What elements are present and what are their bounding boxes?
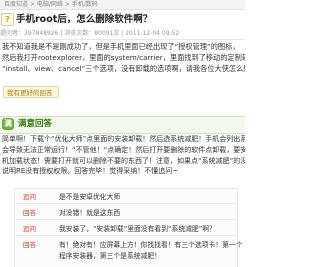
- better-answer-button[interactable]: 我有更好的回答: [3, 86, 59, 98]
- followup-text: 我安装了，“安装卸载”里面没有看到“系统减肥”啊？: [59, 225, 216, 233]
- answer-line: 说明RE没有授权权限。回答完毕！觉得采纳！不懂追问~: [2, 167, 179, 176]
- followup-item: 回答 对没错！就是这东西: [15, 208, 237, 219]
- followup-tag: 追问: [23, 225, 36, 233]
- followup-text-line: 有！绝对有！应屏幕上方！你找找看！有三个选项卡！第一个: [59, 241, 243, 249]
- followup-tag: 回答: [23, 241, 36, 249]
- followup-text: 对没错！就是这东西: [59, 209, 121, 217]
- followup-text: 是不是安卓优化大师: [59, 193, 121, 201]
- followup-tag: 追问: [23, 193, 36, 201]
- breadcrumb: 百度知道 > 电脑/网络 > 手机/数码: [0, 0, 245, 10]
- followup-item: 回答 有！绝对有！应屏幕上方！你找找看！有三个选项卡！第一个 程序安装器，第三个…: [15, 240, 243, 262]
- question-header: ? 手机root后，怎么删除软件啊？: [0, 12, 245, 28]
- divider: [15, 203, 237, 204]
- satisfied-badge-icon: 满: [2, 118, 14, 130]
- divider: [15, 219, 237, 220]
- question-icon: ?: [1, 13, 14, 26]
- followup-item: 追问 是不是安卓优化大师: [15, 192, 237, 203]
- followup-text-line: 程序安装器，第三个是系统减肥！: [59, 252, 161, 260]
- followup-text: 有！绝对有！应屏幕上方！你找找看！有三个选项卡！第一个 程序安装器，第三个是系统…: [59, 240, 243, 262]
- breadcrumb-text: 百度知道 > 电脑/网络 > 手机/数码: [4, 1, 98, 8]
- divider: [15, 235, 237, 236]
- question-body-line: 然后我打开rootexplorer，里面的system/carrier，里面找到…: [2, 52, 245, 62]
- question-body-line: 我不知道我是不是刚成功了，但是手机里面已经出现了“授权管理”的图标，: [2, 42, 240, 51]
- question-body-line: “install、view、cancel”三个选项，没有卸载的选项啊，请我各位大…: [2, 63, 245, 73]
- question-title[interactable]: 手机root后，怎么删除软件啊？: [16, 12, 152, 28]
- followup-item: 追问 我安装了，“安装卸载”里面没有看到“系统减肥”啊？: [15, 224, 237, 235]
- answer-body: 简单啊！下载个“优化大师”点里面的安装卸载！然后选系统减肥！手机会列出系统软件，…: [2, 134, 245, 177]
- divider: [0, 39, 245, 40]
- followup-tag: 回答: [23, 209, 36, 217]
- answer-header: 满 满意回答: [0, 116, 245, 134]
- followup-list: 追问 是不是安卓优化大师 回答 对没错！就是这东西 追问 我安装了，“安装卸载”…: [14, 188, 243, 267]
- answer-line: 会导致无法正常运行！“不管他！“点确定！然后打开要删除的软件点卸载，要安装“优化…: [2, 145, 245, 154]
- answer-line: 简单啊！下载个“优化大师”点里面的安装卸载！然后选系统减肥！手机会列出系统软件，: [2, 135, 245, 143]
- question-body: 我不知道我是不是刚成功了，但是手机里面已经出现了“授权管理”的图标， 然后我打开…: [2, 42, 245, 74]
- question-meta: 提问者：397848926 | 浏览次数：80091次 | 2011-12-04…: [0, 30, 180, 37]
- answer-line: 机加载状态！需要打开就可以删除不要的东西了！注意，如果点“系统减肥”的没有，: [2, 156, 245, 165]
- answer-title: 满意回答: [18, 119, 53, 129]
